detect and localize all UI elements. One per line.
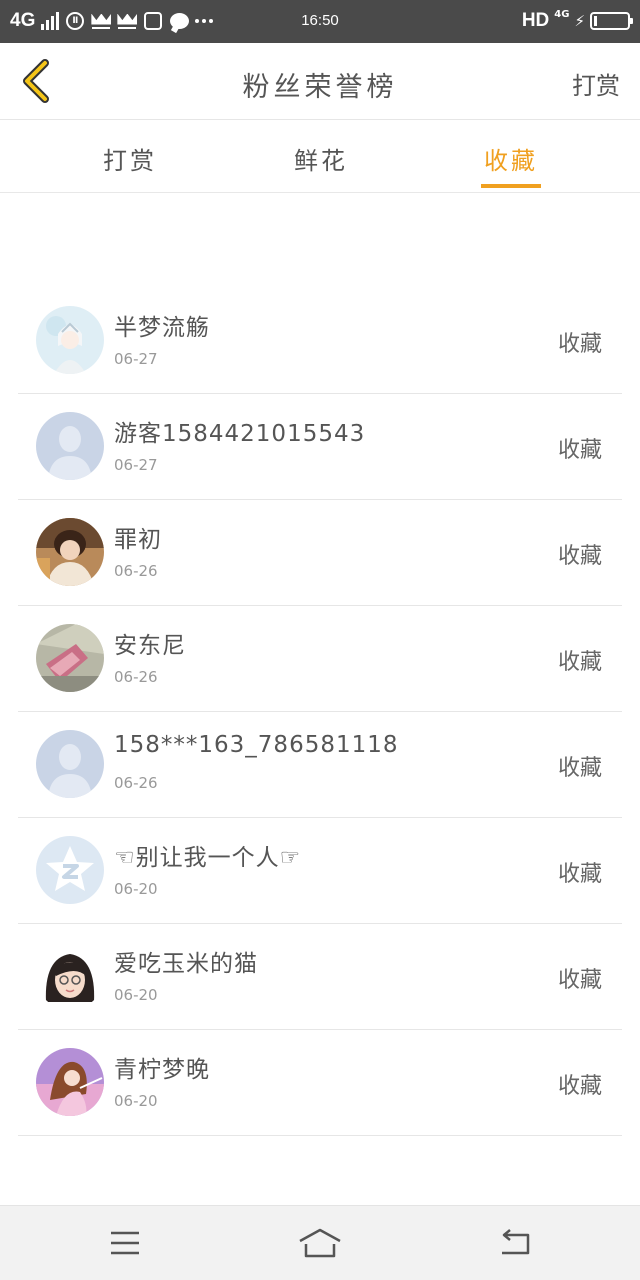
tab-label: 鲜花 xyxy=(294,147,348,175)
fan-name: 游客1584421015543 xyxy=(114,421,366,447)
photo-girl-avatar xyxy=(36,518,104,586)
fan-name: 半梦流觞 xyxy=(114,315,210,341)
tab-favorites[interactable]: 收藏 xyxy=(451,121,571,193)
default-user-avatar xyxy=(36,412,104,480)
menu-icon xyxy=(111,1231,139,1255)
fan-date: 06-20 xyxy=(114,986,158,1004)
fan-date: 06-27 xyxy=(114,456,158,474)
top-bar: 粉丝荣誉榜 打赏 xyxy=(0,43,640,120)
action-label: 收藏 xyxy=(557,332,602,357)
fan-name: 爱吃玉米的猫 xyxy=(114,951,258,977)
fan-name: ☜别让我一个人☞ xyxy=(114,845,302,871)
tab-label: 收藏 xyxy=(484,147,538,175)
home-button[interactable] xyxy=(296,1220,344,1266)
list-item[interactable]: 罪初 06-26 收藏 xyxy=(18,500,622,606)
tip-button[interactable]: 打赏 xyxy=(572,66,620,101)
list-item[interactable]: 半梦流觞 06-27 收藏 xyxy=(18,288,622,394)
action-label: 收藏 xyxy=(557,862,602,887)
list-item[interactable]: 青柠梦晚 06-20 收藏 xyxy=(18,1030,622,1136)
menu-button[interactable] xyxy=(101,1220,149,1266)
fan-name: 158***163_786581118 xyxy=(114,732,399,758)
fan-date: 06-26 xyxy=(114,774,158,792)
back-button[interactable] xyxy=(14,57,58,105)
action-label: 收藏 xyxy=(557,650,602,675)
action-label: 收藏 xyxy=(557,544,602,569)
hd-voice-indicator: HD xyxy=(521,10,550,31)
fan-name: 安东尼 xyxy=(114,633,186,659)
list-item[interactable]: ☜别让我一个人☞ 06-20 收藏 xyxy=(18,818,622,924)
tab-tips[interactable]: 打赏 xyxy=(70,121,190,193)
fan-list: 半梦流觞 06-27 收藏 游客1584421015543 06-27 收藏 罪… xyxy=(18,288,622,1136)
list-item[interactable]: 爱吃玉米的猫 06-20 收藏 xyxy=(18,924,622,1030)
page-title: 粉丝荣誉榜 xyxy=(242,72,398,103)
fan-date: 06-27 xyxy=(114,350,158,368)
fan-name: 罪初 xyxy=(114,527,162,553)
home-icon xyxy=(299,1228,341,1258)
battery-icon xyxy=(590,12,633,30)
back-nav-button[interactable] xyxy=(491,1220,539,1266)
tab-bar: 打赏 鲜花 收藏 xyxy=(0,121,640,193)
charging-icon: ⚡ xyxy=(574,12,585,30)
anime-boy-avatar xyxy=(36,306,104,374)
action-label: 收藏 xyxy=(557,438,602,463)
fan-date: 06-20 xyxy=(114,880,158,898)
action-label: 收藏 xyxy=(557,968,602,993)
status-bar: 4G Ⅱ 16:50 HD 4G ⚡ xyxy=(0,0,640,43)
fan-date: 06-26 xyxy=(114,562,158,580)
photo-avatar xyxy=(36,624,104,692)
return-icon xyxy=(502,1229,530,1255)
fan-name: 青柠梦晚 xyxy=(114,1057,210,1083)
anime-girl-avatar xyxy=(36,1048,104,1116)
default-user-avatar xyxy=(36,730,104,798)
tab-indicator xyxy=(481,184,541,188)
list-item[interactable]: 安东尼 06-26 收藏 xyxy=(18,606,622,712)
tab-flowers[interactable]: 鲜花 xyxy=(261,121,381,193)
list-item[interactable]: 158***163_786581118 06-26 收藏 xyxy=(18,712,622,818)
qq-logo-avatar xyxy=(36,836,104,904)
back-arrow-icon xyxy=(23,59,49,103)
cartoon-girl-avatar xyxy=(36,942,104,1010)
action-label: 收藏 xyxy=(557,1074,602,1099)
fan-date: 06-26 xyxy=(114,668,158,686)
system-nav-bar xyxy=(0,1205,640,1280)
fan-date: 06-20 xyxy=(114,1092,158,1110)
list-item[interactable]: 游客1584421015543 06-27 收藏 xyxy=(18,394,622,500)
mobile-data-indicator: 4G xyxy=(554,9,570,20)
action-label: 收藏 xyxy=(557,756,602,781)
status-right: HD 4G ⚡ xyxy=(521,9,633,33)
tab-label: 打赏 xyxy=(103,147,157,175)
